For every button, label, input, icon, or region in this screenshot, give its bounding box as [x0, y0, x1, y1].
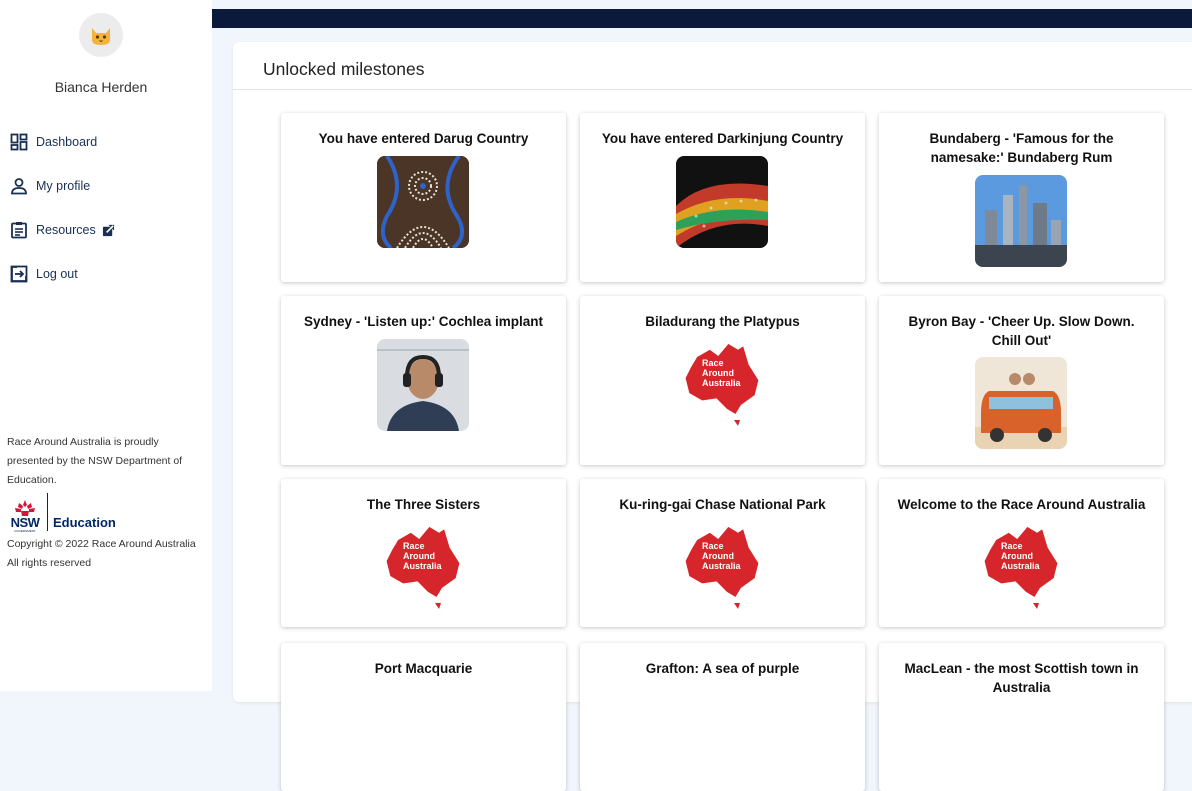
map-logo-text: Australia: [702, 378, 742, 388]
milestone-title: Byron Bay - 'Cheer Up. Slow Down. Chill …: [908, 314, 1135, 348]
milestones-panel: Unlocked milestones You have entered Dar…: [233, 42, 1192, 791]
rights-text: All rights reserved: [7, 557, 92, 569]
milestone-card-grafton[interactable]: Grafton: A sea of purple: [580, 643, 865, 791]
copyright-block: Copyright © 2022 Race Around Australia A…: [7, 535, 207, 573]
milestone-card-welcome[interactable]: Welcome to the Race Around Australia Rac…: [879, 479, 1164, 627]
sidebar-item-label: Resources: [36, 223, 96, 237]
milestone-card-ku-ring-gai[interactable]: Ku-ring-gai Chase National Park Race Aro…: [580, 479, 865, 627]
panel-divider: [233, 89, 1192, 90]
top-bar: [212, 9, 1192, 28]
map-logo-text: Around: [1001, 551, 1033, 561]
milestone-title: MacLean - the most Scottish town in Aust…: [904, 661, 1139, 695]
nsw-education-logo: NSW GOVERNMENT Education: [8, 491, 123, 533]
map-logo-text: Australia: [702, 561, 742, 571]
sidebar-nav: Dashboard My profile Resources Log out: [10, 131, 205, 307]
map-logo-text: Around: [403, 551, 435, 561]
milestone-title: Ku-ring-gai Chase National Park: [619, 497, 826, 512]
distillery-image: [975, 175, 1067, 267]
footer-presented-text: Race Around Australia is proudly present…: [7, 436, 183, 486]
race-around-australia-map-icon: Race Around Australia: [676, 517, 768, 609]
milestone-card-bundaberg[interactable]: Bundaberg - 'Famous for the namesake:' B…: [879, 113, 1164, 282]
map-logo-text: Around: [702, 551, 734, 561]
milestone-title: The Three Sisters: [366, 497, 481, 512]
milestone-title: Biladurang the Platypus: [645, 314, 800, 329]
page-title: Unlocked milestones: [263, 59, 425, 79]
map-logo-text: Australia: [1001, 561, 1041, 571]
user-name: Bianca Herden: [54, 79, 148, 95]
milestone-title: You have entered Darug Country: [318, 131, 529, 146]
milestone-title: Port Macquarie: [374, 661, 473, 676]
map-logo-text: Race: [702, 541, 724, 551]
milestone-card-biladurang[interactable]: Biladurang the Platypus Race Around Aust…: [580, 296, 865, 465]
sidebar-item-log-out[interactable]: Log out: [10, 263, 205, 285]
copyright-text: Copyright © 2022 Race Around Australia: [7, 538, 196, 550]
vw-van-image: [975, 357, 1067, 449]
sidebar-item-label: My profile: [36, 179, 91, 193]
nsw-mark: NSW GOVERNMENT: [8, 499, 42, 533]
dashboard-icon: [10, 133, 28, 151]
sidebar-item-label: Dashboard: [36, 135, 98, 149]
race-around-australia-map-icon: Race Around Australia: [377, 517, 469, 609]
aboriginal-dot-art-image: [377, 156, 469, 248]
map-logo-text: Race: [403, 541, 425, 551]
race-around-australia-map-icon: Race Around Australia: [676, 334, 768, 426]
milestone-card-byron-bay[interactable]: Byron Bay - 'Cheer Up. Slow Down. Chill …: [879, 296, 1164, 465]
milestone-card-darkinjung[interactable]: You have entered Darkinjung Country: [580, 113, 865, 282]
sidebar-item-dashboard[interactable]: Dashboard: [10, 131, 205, 153]
nsw-logo-text: NSW: [10, 515, 40, 530]
person-icon: [11, 178, 27, 195]
map-logo-text: Australia: [403, 561, 443, 571]
sidebar-item-my-profile[interactable]: My profile: [10, 175, 205, 197]
avatar[interactable]: [79, 13, 123, 57]
milestone-card-sydney[interactable]: Sydney - 'Listen up:' Cochlea implant: [281, 296, 566, 465]
milestone-title: You have entered Darkinjung Country: [601, 131, 844, 146]
milestone-card-three-sisters[interactable]: The Three Sisters Race Around Australia: [281, 479, 566, 627]
colorful-dot-art-image: [676, 156, 768, 248]
milestone-title: Welcome to the Race Around Australia: [897, 497, 1146, 512]
milestone-title: Grafton: A sea of purple: [645, 661, 800, 676]
cat-avatar-icon: [92, 28, 110, 45]
milestone-title: Bundaberg - 'Famous for the namesake:' B…: [929, 131, 1114, 165]
map-logo-text: Race: [1001, 541, 1023, 551]
race-around-australia-map-icon: Race Around Australia: [975, 517, 1067, 609]
sidebar-item-resources[interactable]: Resources: [10, 219, 205, 241]
milestone-card-maclean[interactable]: MacLean - the most Scottish town in Aust…: [879, 643, 1164, 791]
milestone-card-port-macquarie[interactable]: Port Macquarie: [281, 643, 566, 791]
milestone-card-darug[interactable]: You have entered Darug Country: [281, 113, 566, 282]
map-logo-text: Around: [702, 368, 734, 378]
logout-icon: [10, 265, 28, 283]
sidebar-item-label: Log out: [36, 267, 78, 281]
headphones-person-image: [377, 339, 469, 431]
sidebar: Bianca Herden Dashboard My profile Resou…: [0, 0, 212, 691]
education-logo-text: Education: [53, 515, 116, 530]
nsw-logo-subtext: GOVERNMENT: [14, 529, 36, 533]
clipboard-icon: [11, 222, 27, 239]
logo-divider: [47, 493, 48, 531]
external-link-icon: [102, 224, 114, 236]
milestone-title: Sydney - 'Listen up:' Cochlea implant: [304, 314, 543, 329]
map-logo-text: Race: [702, 358, 724, 368]
